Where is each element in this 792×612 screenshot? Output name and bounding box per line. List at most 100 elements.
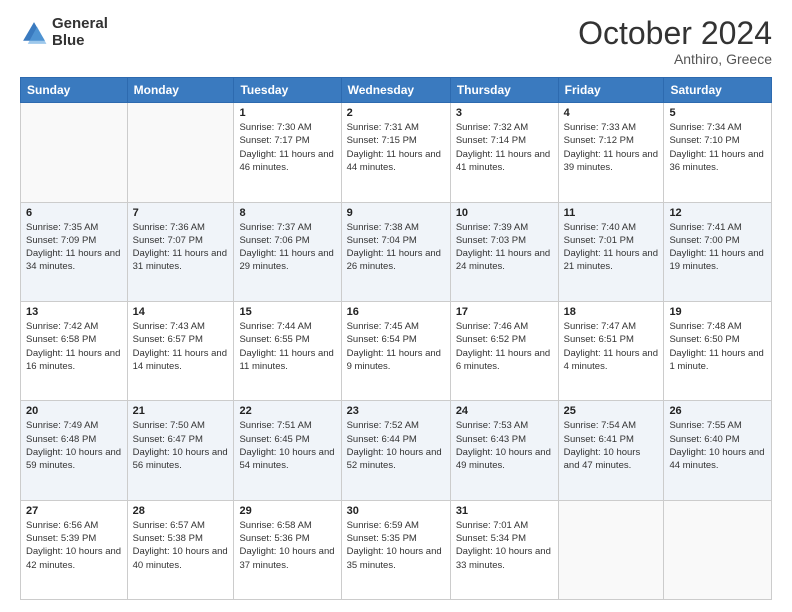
- day-info: Sunrise: 7:31 AM Sunset: 7:15 PM Dayligh…: [347, 121, 445, 174]
- day-number: 18: [564, 306, 659, 318]
- day-info: Sunrise: 6:57 AM Sunset: 5:38 PM Dayligh…: [133, 519, 229, 572]
- day-number: 26: [669, 405, 766, 417]
- calendar-cell: 13 Sunrise: 7:42 AM Sunset: 6:58 PM Dayli…: [21, 301, 128, 400]
- day-number: 27: [26, 505, 122, 517]
- day-info: Sunrise: 7:48 AM Sunset: 6:50 PM Dayligh…: [669, 320, 766, 373]
- calendar-cell: 17 Sunrise: 7:46 AM Sunset: 6:52 PM Dayli…: [450, 301, 558, 400]
- logo-text: General Blue: [52, 16, 108, 49]
- calendar-cell: 20 Sunrise: 7:49 AM Sunset: 6:48 PM Dayli…: [21, 401, 128, 500]
- calendar-cell: [664, 500, 772, 599]
- day-info: Sunrise: 7:54 AM Sunset: 6:41 PM Dayligh…: [564, 419, 659, 472]
- calendar-week-row: 6Sunrise: 7:35 AM Sunset: 7:09 PM Daylig…: [21, 202, 772, 301]
- calendar-header-row: SundayMondayTuesdayWednesdayThursdayFrid…: [21, 78, 772, 103]
- day-number: 10: [456, 207, 553, 219]
- day-info: Sunrise: 7:37 AM Sunset: 7:06 PM Dayligh…: [239, 221, 335, 274]
- logo-icon: [20, 19, 48, 47]
- calendar-cell: 14 Sunrise: 7:43 AM Sunset: 6:57 PM Dayli…: [127, 301, 234, 400]
- day-number: 23: [347, 405, 445, 417]
- calendar-cell: 4Sunrise: 7:33 AM Sunset: 7:12 PM Daylig…: [558, 103, 664, 202]
- day-number: 17: [456, 306, 553, 318]
- calendar-cell: 23 Sunrise: 7:52 AM Sunset: 6:44 PM Dayli…: [341, 401, 450, 500]
- day-info: Sunrise: 7:46 AM Sunset: 6:52 PM Dayligh…: [456, 320, 553, 373]
- page: General Blue October 2024 Anthiro, Greec…: [0, 0, 792, 612]
- calendar-cell: 3Sunrise: 7:32 AM Sunset: 7:14 PM Daylig…: [450, 103, 558, 202]
- calendar-cell: [127, 103, 234, 202]
- calendar-cell: 26Sunrise: 7:55 AM Sunset: 6:40 PM Dayli…: [664, 401, 772, 500]
- day-info: Sunrise: 7:44 AM Sunset: 6:55 PM Dayligh…: [239, 320, 335, 373]
- day-info: Sunrise: 7:50 AM Sunset: 6:47 PM Dayligh…: [133, 419, 229, 472]
- day-number: 15: [239, 306, 335, 318]
- day-number: 21: [133, 405, 229, 417]
- day-number: 31: [456, 505, 553, 517]
- col-header-tuesday: Tuesday: [234, 78, 341, 103]
- calendar-cell: 24Sunrise: 7:53 AM Sunset: 6:43 PM Dayli…: [450, 401, 558, 500]
- day-number: 20: [26, 405, 122, 417]
- col-header-saturday: Saturday: [664, 78, 772, 103]
- day-info: Sunrise: 7:36 AM Sunset: 7:07 PM Dayligh…: [133, 221, 229, 274]
- day-number: 30: [347, 505, 445, 517]
- calendar-cell: 1Sunrise: 7:30 AM Sunset: 7:17 PM Daylig…: [234, 103, 341, 202]
- day-number: 7: [133, 207, 229, 219]
- day-info: Sunrise: 7:38 AM Sunset: 7:04 PM Dayligh…: [347, 221, 445, 274]
- calendar-cell: 30 Sunrise: 6:59 AM Sunset: 5:35 PM Dayli…: [341, 500, 450, 599]
- calendar-cell: [558, 500, 664, 599]
- day-info: Sunrise: 7:51 AM Sunset: 6:45 PM Dayligh…: [239, 419, 335, 472]
- day-number: 9: [347, 207, 445, 219]
- day-info: Sunrise: 7:53 AM Sunset: 6:43 PM Dayligh…: [456, 419, 553, 472]
- calendar-week-row: 13 Sunrise: 7:42 AM Sunset: 6:58 PM Dayli…: [21, 301, 772, 400]
- day-info: Sunrise: 7:43 AM Sunset: 6:57 PM Dayligh…: [133, 320, 229, 373]
- day-info: Sunrise: 6:58 AM Sunset: 5:36 PM Dayligh…: [239, 519, 335, 572]
- header: General Blue October 2024 Anthiro, Greec…: [20, 16, 772, 67]
- day-number: 22: [239, 405, 335, 417]
- day-number: 12: [669, 207, 766, 219]
- col-header-monday: Monday: [127, 78, 234, 103]
- calendar-cell: 25 Sunrise: 7:54 AM Sunset: 6:41 PM Dayli…: [558, 401, 664, 500]
- day-number: 11: [564, 207, 659, 219]
- day-info: Sunrise: 7:45 AM Sunset: 6:54 PM Dayligh…: [347, 320, 445, 373]
- day-number: 2: [347, 107, 445, 119]
- calendar-week-row: 1Sunrise: 7:30 AM Sunset: 7:17 PM Daylig…: [21, 103, 772, 202]
- day-info: Sunrise: 6:59 AM Sunset: 5:35 PM Dayligh…: [347, 519, 445, 572]
- logo: General Blue: [20, 16, 108, 49]
- col-header-wednesday: Wednesday: [341, 78, 450, 103]
- calendar-week-row: 27 Sunrise: 6:56 AM Sunset: 5:39 PM Dayli…: [21, 500, 772, 599]
- main-title: October 2024: [578, 16, 772, 51]
- calendar-cell: 22 Sunrise: 7:51 AM Sunset: 6:45 PM Dayli…: [234, 401, 341, 500]
- day-info: Sunrise: 6:56 AM Sunset: 5:39 PM Dayligh…: [26, 519, 122, 572]
- day-number: 4: [564, 107, 659, 119]
- day-number: 14: [133, 306, 229, 318]
- calendar-cell: 16 Sunrise: 7:45 AM Sunset: 6:54 PM Dayli…: [341, 301, 450, 400]
- day-info: Sunrise: 7:42 AM Sunset: 6:58 PM Dayligh…: [26, 320, 122, 373]
- day-info: Sunrise: 7:32 AM Sunset: 7:14 PM Dayligh…: [456, 121, 553, 174]
- day-info: Sunrise: 7:40 AM Sunset: 7:01 PM Dayligh…: [564, 221, 659, 274]
- day-number: 29: [239, 505, 335, 517]
- day-info: Sunrise: 7:30 AM Sunset: 7:17 PM Dayligh…: [239, 121, 335, 174]
- title-block: October 2024 Anthiro, Greece: [578, 16, 772, 67]
- day-info: Sunrise: 7:47 AM Sunset: 6:51 PM Dayligh…: [564, 320, 659, 373]
- calendar-cell: 27 Sunrise: 6:56 AM Sunset: 5:39 PM Dayli…: [21, 500, 128, 599]
- calendar-cell: 15 Sunrise: 7:44 AM Sunset: 6:55 PM Dayli…: [234, 301, 341, 400]
- calendar-cell: 10Sunrise: 7:39 AM Sunset: 7:03 PM Dayli…: [450, 202, 558, 301]
- calendar-cell: 7 Sunrise: 7:36 AM Sunset: 7:07 PM Daylig…: [127, 202, 234, 301]
- calendar-cell: 28 Sunrise: 6:57 AM Sunset: 5:38 PM Dayli…: [127, 500, 234, 599]
- day-number: 13: [26, 306, 122, 318]
- day-info: Sunrise: 7:01 AM Sunset: 5:34 PM Dayligh…: [456, 519, 553, 572]
- day-number: 28: [133, 505, 229, 517]
- day-info: Sunrise: 7:34 AM Sunset: 7:10 PM Dayligh…: [669, 121, 766, 174]
- day-number: 8: [239, 207, 335, 219]
- calendar-cell: 9 Sunrise: 7:38 AM Sunset: 7:04 PM Daylig…: [341, 202, 450, 301]
- calendar-cell: 2 Sunrise: 7:31 AM Sunset: 7:15 PM Daylig…: [341, 103, 450, 202]
- col-header-thursday: Thursday: [450, 78, 558, 103]
- calendar-cell: 29 Sunrise: 6:58 AM Sunset: 5:36 PM Dayli…: [234, 500, 341, 599]
- calendar-table: SundayMondayTuesdayWednesdayThursdayFrid…: [20, 77, 772, 600]
- calendar-cell: [21, 103, 128, 202]
- day-number: 16: [347, 306, 445, 318]
- calendar-cell: 11 Sunrise: 7:40 AM Sunset: 7:01 PM Dayli…: [558, 202, 664, 301]
- subtitle: Anthiro, Greece: [578, 51, 772, 67]
- calendar-week-row: 20 Sunrise: 7:49 AM Sunset: 6:48 PM Dayli…: [21, 401, 772, 500]
- day-number: 25: [564, 405, 659, 417]
- calendar-cell: 31 Sunrise: 7:01 AM Sunset: 5:34 PM Dayli…: [450, 500, 558, 599]
- day-info: Sunrise: 7:49 AM Sunset: 6:48 PM Dayligh…: [26, 419, 122, 472]
- calendar-cell: 8 Sunrise: 7:37 AM Sunset: 7:06 PM Daylig…: [234, 202, 341, 301]
- day-info: Sunrise: 7:52 AM Sunset: 6:44 PM Dayligh…: [347, 419, 445, 472]
